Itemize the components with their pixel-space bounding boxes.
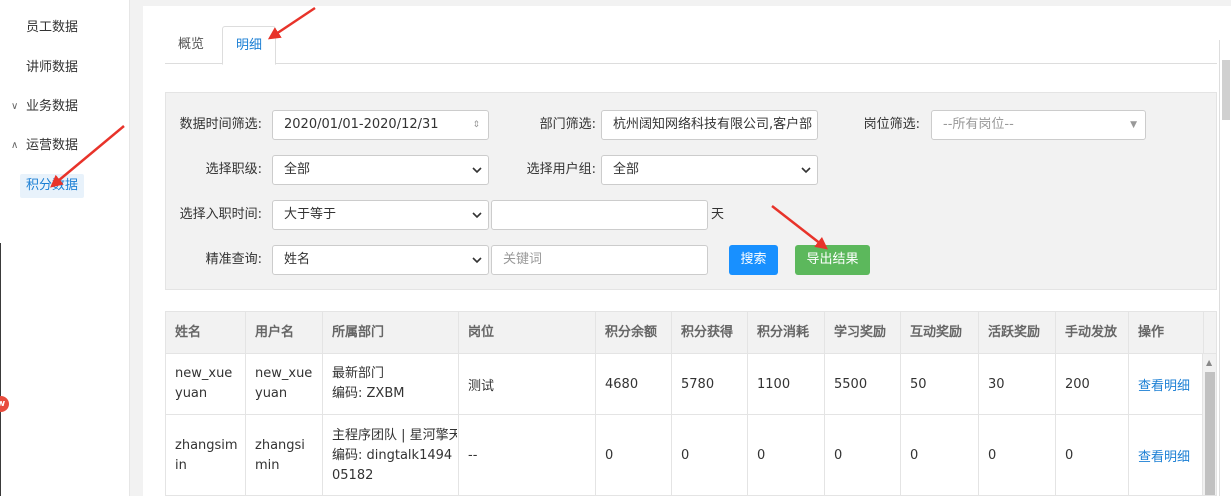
group-filter-label: 选择用户组: (526, 162, 596, 177)
sidebar-item-label: 讲师数据 (26, 60, 79, 75)
column-header: 姓名 (166, 312, 246, 354)
hire-operator-value: 大于等于 (284, 207, 337, 222)
cell-active: 30 (979, 354, 1056, 414)
cell-manual: 200 (1056, 354, 1129, 414)
chevron-up-icon: ∧ (11, 140, 19, 151)
cell-earned: 5780 (672, 354, 748, 414)
column-header: 活跃奖励 (979, 312, 1056, 354)
level-value: 全部 (284, 162, 311, 177)
cell-username: new_xueyuan (246, 354, 323, 414)
page-scrollbar[interactable] (1219, 40, 1231, 496)
column-header: 手动发放 (1056, 312, 1129, 354)
sidebar-item-business-data[interactable]: ∨ 业务数据 (0, 95, 128, 119)
hire-days-input[interactable] (491, 200, 708, 230)
column-header: 积分消耗 (748, 312, 825, 354)
cell-manual: 0 (1056, 415, 1129, 495)
query-field-select[interactable]: 姓名 (272, 245, 489, 275)
group-value: 全部 (613, 162, 640, 177)
chevron-down-icon (801, 167, 811, 174)
cell-post: -- (459, 415, 596, 495)
date-range-value: 2020/01/01-2020/12/31 (284, 117, 439, 132)
tab-detail[interactable]: 明细 (222, 26, 277, 65)
cell-action: 查看明细 (1129, 415, 1204, 495)
cell-name: new_xueyuan (166, 354, 246, 414)
tab-bar: 概览 明细 (165, 26, 1217, 65)
level-filter-label: 选择职级: (205, 162, 262, 177)
column-header: 操作 (1129, 312, 1204, 354)
level-select[interactable]: 全部 (272, 155, 489, 185)
column-header: 互动奖励 (901, 312, 979, 354)
sidebar-item-label: 运营数据 (26, 138, 79, 153)
sidebar-divider (0, 243, 1, 496)
caret-down-icon: ▼ (1130, 120, 1137, 130)
query-label: 精准查询: (205, 252, 262, 267)
dept-filter-label: 部门筛选: (539, 117, 596, 132)
cell-active: 0 (979, 415, 1056, 495)
keyword-input[interactable]: 关键词 (491, 245, 708, 275)
chevron-down-icon (472, 257, 482, 264)
date-range-picker[interactable]: 2020/01/01-2020/12/31 ⇕ (272, 110, 489, 140)
dropdown-icon: ⇕ (472, 120, 480, 130)
table-row: new_xueyuan new_xueyuan 最新部门 编码: ZXBM 测试 … (166, 354, 1204, 415)
scroll-up-icon[interactable]: ▲ (1206, 358, 1212, 367)
points-table: 姓名 用户名 所属部门 岗位 积分余额 积分获得 积分消耗 学习奖励 互动奖励 … (165, 311, 1217, 496)
sidebar: 员工数据 讲师数据 ∨ 业务数据 ∧ 运营数据 积分数据 (0, 0, 130, 496)
chevron-down-icon (472, 212, 482, 219)
column-header: 所属部门 (323, 312, 459, 354)
post-placeholder: --所有岗位-- (943, 117, 1014, 132)
post-select[interactable]: --所有岗位-- ▼ (931, 110, 1146, 140)
chevron-down-icon: ∨ (11, 101, 19, 112)
cell-username: zhangsimin (246, 415, 323, 495)
chevron-down-icon (472, 167, 482, 174)
cell-spent: 1100 (748, 354, 825, 414)
table-header: 姓名 用户名 所属部门 岗位 积分余额 积分获得 积分消耗 学习奖励 互动奖励 … (166, 312, 1216, 354)
table-row: zhangsimin zhangsimin 主程序团队 | 星河擎天 编码: di… (166, 415, 1204, 495)
hire-operator-select[interactable]: 大于等于 (272, 200, 489, 230)
cell-earned: 0 (672, 415, 748, 495)
export-button[interactable]: 导出结果 (795, 245, 870, 275)
sidebar-item-points-data[interactable]: 积分数据 (0, 174, 128, 198)
sidebar-item-label: 业务数据 (26, 99, 79, 114)
cell-spent: 0 (748, 415, 825, 495)
cell-balance: 4680 (596, 354, 672, 414)
cell-study: 0 (825, 415, 901, 495)
sidebar-item-label: 积分数据 (20, 174, 85, 198)
cell-balance: 0 (596, 415, 672, 495)
column-header: 岗位 (459, 312, 596, 354)
filter-panel: 数据时间筛选: 2020/01/01-2020/12/31 ⇕ 部门筛选: 杭州… (165, 92, 1217, 290)
cell-interact: 0 (901, 415, 979, 495)
tab-overview[interactable]: 概览 (165, 26, 217, 64)
query-field-value: 姓名 (284, 252, 311, 267)
post-filter-label: 岗位筛选: (863, 117, 920, 132)
days-unit: 天 (711, 207, 725, 222)
group-select[interactable]: 全部 (601, 155, 818, 185)
dept-value: 杭州阔知网络科技有限公司,客户部 (613, 117, 813, 132)
cell-name: zhangsimin (166, 415, 246, 495)
dept-select[interactable]: 杭州阔知网络科技有限公司,客户部 (601, 110, 818, 140)
cell-interact: 50 (901, 354, 979, 414)
main-panel: 概览 明细 数据时间筛选: 2020/01/01-2020/12/31 ⇕ 部门… (143, 6, 1231, 496)
view-detail-link[interactable]: 查看明细 (1138, 375, 1190, 394)
column-header: 学习奖励 (825, 312, 901, 354)
view-detail-link[interactable]: 查看明细 (1138, 446, 1190, 465)
column-header: 积分获得 (672, 312, 748, 354)
search-button[interactable]: 搜索 (729, 245, 778, 275)
cell-action: 查看明细 (1129, 354, 1204, 414)
column-header: 用户名 (246, 312, 323, 354)
sidebar-item-lecturer-data[interactable]: 讲师数据 (0, 56, 128, 80)
keyword-placeholder: 关键词 (503, 252, 543, 267)
sidebar-item-label: 员工数据 (26, 20, 79, 35)
sidebar-item-employee-data[interactable]: 员工数据 (0, 16, 128, 40)
time-filter-label: 数据时间筛选: (179, 117, 262, 132)
cell-dept: 主程序团队 | 星河擎天 编码: dingtalk149405182 (323, 415, 459, 495)
hire-filter-label: 选择入职时间: (179, 207, 262, 222)
cell-post: 测试 (459, 354, 596, 414)
page-scrollbar-thumb[interactable] (1222, 60, 1230, 120)
table-scrollbar[interactable]: ▲ (1202, 354, 1216, 495)
cell-study: 5500 (825, 354, 901, 414)
column-header: 积分余额 (596, 312, 672, 354)
sidebar-item-operation-data[interactable]: ∧ 运营数据 (0, 134, 128, 158)
cell-dept: 最新部门 编码: ZXBM (323, 354, 459, 414)
scrollbar-thumb[interactable] (1205, 372, 1215, 495)
